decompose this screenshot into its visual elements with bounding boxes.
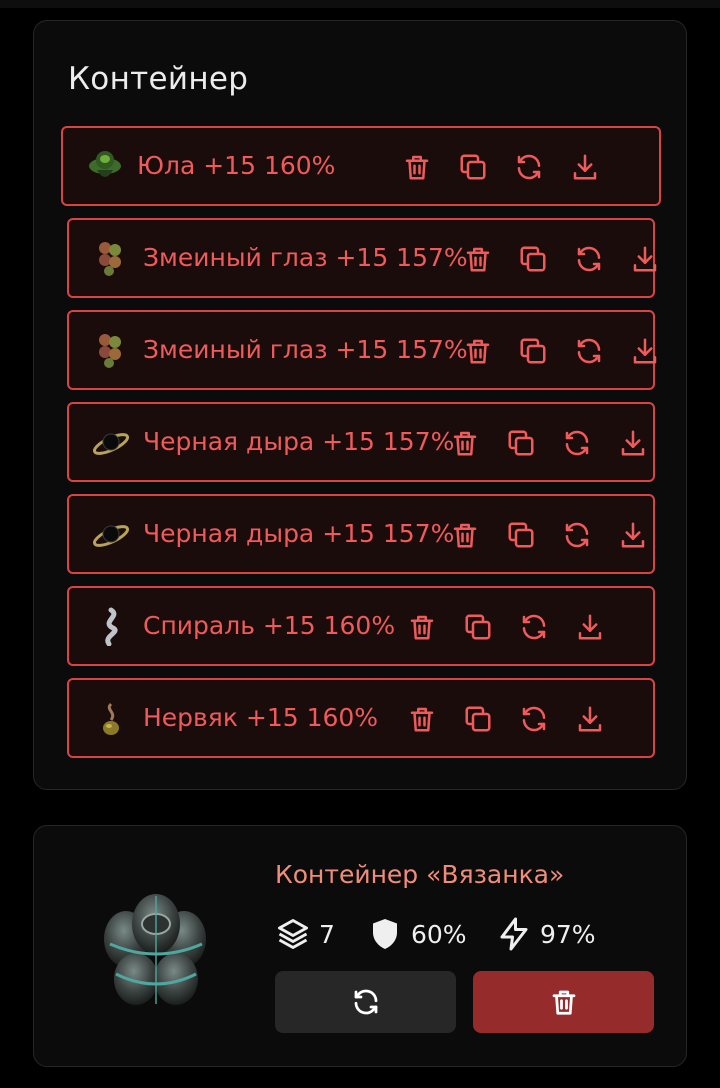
trash-button[interactable] (463, 244, 493, 274)
refresh-icon (562, 428, 592, 458)
copy-button[interactable] (506, 428, 536, 458)
copy-button[interactable] (506, 520, 536, 550)
layers-icon (278, 919, 308, 949)
refresh-icon (574, 336, 604, 366)
spinning-top-artifact-icon (85, 146, 125, 186)
copy-icon (458, 152, 488, 182)
snake-eye-artifact-icon (91, 238, 131, 278)
nerve-artifact-icon (91, 698, 131, 738)
container-card: Контейнер «Вязанка» 7 60% 97% (33, 825, 687, 1067)
trash-icon (463, 244, 493, 274)
download-button[interactable] (575, 612, 605, 642)
item-label: Змеиный глаз +15 157% (143, 335, 468, 364)
download-button[interactable] (618, 520, 648, 550)
trash-button[interactable] (402, 152, 432, 182)
download-button[interactable] (570, 152, 600, 182)
trash-icon (450, 520, 480, 550)
copy-button[interactable] (458, 152, 488, 182)
refresh-button[interactable] (574, 244, 604, 274)
refresh-icon (519, 612, 549, 642)
panel-title: Контейнер (68, 61, 249, 97)
item-row[interactable]: Спираль +15 160% (67, 586, 655, 666)
black-hole-artifact-icon (91, 422, 131, 462)
top-strip (0, 0, 720, 8)
slots-value: 7 (319, 919, 335, 949)
lightning-icon (500, 917, 528, 951)
copy-button[interactable] (518, 336, 548, 366)
refresh-icon (574, 244, 604, 274)
refresh-button[interactable] (562, 428, 592, 458)
copy-icon (518, 336, 548, 366)
download-button[interactable] (630, 336, 660, 366)
copy-button[interactable] (463, 704, 493, 734)
download-icon (575, 704, 605, 734)
efficiency-stat: 97% (496, 914, 596, 954)
trash-icon (402, 152, 432, 182)
item-row[interactable]: Черная дыра +15 157% (67, 402, 655, 482)
refresh-icon (562, 520, 592, 550)
item-row[interactable]: Юла +15 160% (61, 126, 661, 206)
refresh-button[interactable] (519, 704, 549, 734)
copy-icon (463, 612, 493, 642)
item-row[interactable]: Змеиный глаз +15 157% (67, 218, 657, 298)
download-button[interactable] (575, 704, 605, 734)
download-icon (618, 428, 648, 458)
efficiency-value: 97% (540, 919, 596, 949)
shield-icon (373, 919, 397, 949)
item-label: Нервяк +15 160% (143, 703, 379, 732)
download-icon (618, 520, 648, 550)
copy-button[interactable] (463, 612, 493, 642)
download-icon (575, 612, 605, 642)
container-image (104, 894, 206, 1005)
container-delete-button[interactable] (473, 971, 654, 1033)
trash-button[interactable] (450, 428, 480, 458)
trash-icon (552, 990, 575, 1015)
item-label: Юла +15 160% (137, 151, 336, 180)
trash-icon (407, 612, 437, 642)
item-row[interactable]: Черная дыра +15 157% (67, 494, 655, 574)
copy-icon (506, 520, 536, 550)
refresh-button[interactable] (514, 152, 544, 182)
item-label: Черная дыра +15 157% (143, 427, 455, 456)
container-panel: Контейнер Юла +15 160% Змеиный глаз +15 1… (33, 20, 687, 790)
trash-icon (407, 704, 437, 734)
black-hole-artifact-icon (91, 514, 131, 554)
trash-button[interactable] (407, 612, 437, 642)
protection-value: 60% (411, 919, 467, 949)
slots-stat: 7 (275, 914, 335, 954)
container-card-title: Контейнер «Вязанка» (275, 860, 565, 889)
refresh-button[interactable] (519, 612, 549, 642)
refresh-icon (519, 704, 549, 734)
trash-icon (450, 428, 480, 458)
refresh-button[interactable] (562, 520, 592, 550)
download-icon (570, 152, 600, 182)
copy-icon (463, 704, 493, 734)
spiral-artifact-icon (91, 606, 131, 647)
download-button[interactable] (618, 428, 648, 458)
refresh-icon (514, 152, 544, 182)
container-refresh-button[interactable] (275, 971, 456, 1033)
download-icon (630, 244, 660, 274)
item-label: Змеиный глаз +15 157% (143, 243, 468, 272)
trash-button[interactable] (450, 520, 480, 550)
trash-button[interactable] (407, 704, 437, 734)
trash-button[interactable] (463, 336, 493, 366)
item-row[interactable]: Змеиный глаз +15 157% (67, 310, 657, 390)
protection-stat: 60% (367, 914, 467, 954)
refresh-button[interactable] (574, 336, 604, 366)
item-row[interactable]: Нервяк +15 160% (67, 678, 655, 758)
copy-icon (518, 244, 548, 274)
trash-icon (463, 336, 493, 366)
item-label: Черная дыра +15 157% (143, 519, 455, 548)
snake-eye-artifact-icon (91, 330, 131, 370)
copy-icon (506, 428, 536, 458)
download-icon (630, 336, 660, 366)
item-label: Спираль +15 160% (143, 611, 396, 640)
download-button[interactable] (630, 244, 660, 274)
copy-button[interactable] (518, 244, 548, 274)
refresh-icon (354, 989, 377, 1015)
